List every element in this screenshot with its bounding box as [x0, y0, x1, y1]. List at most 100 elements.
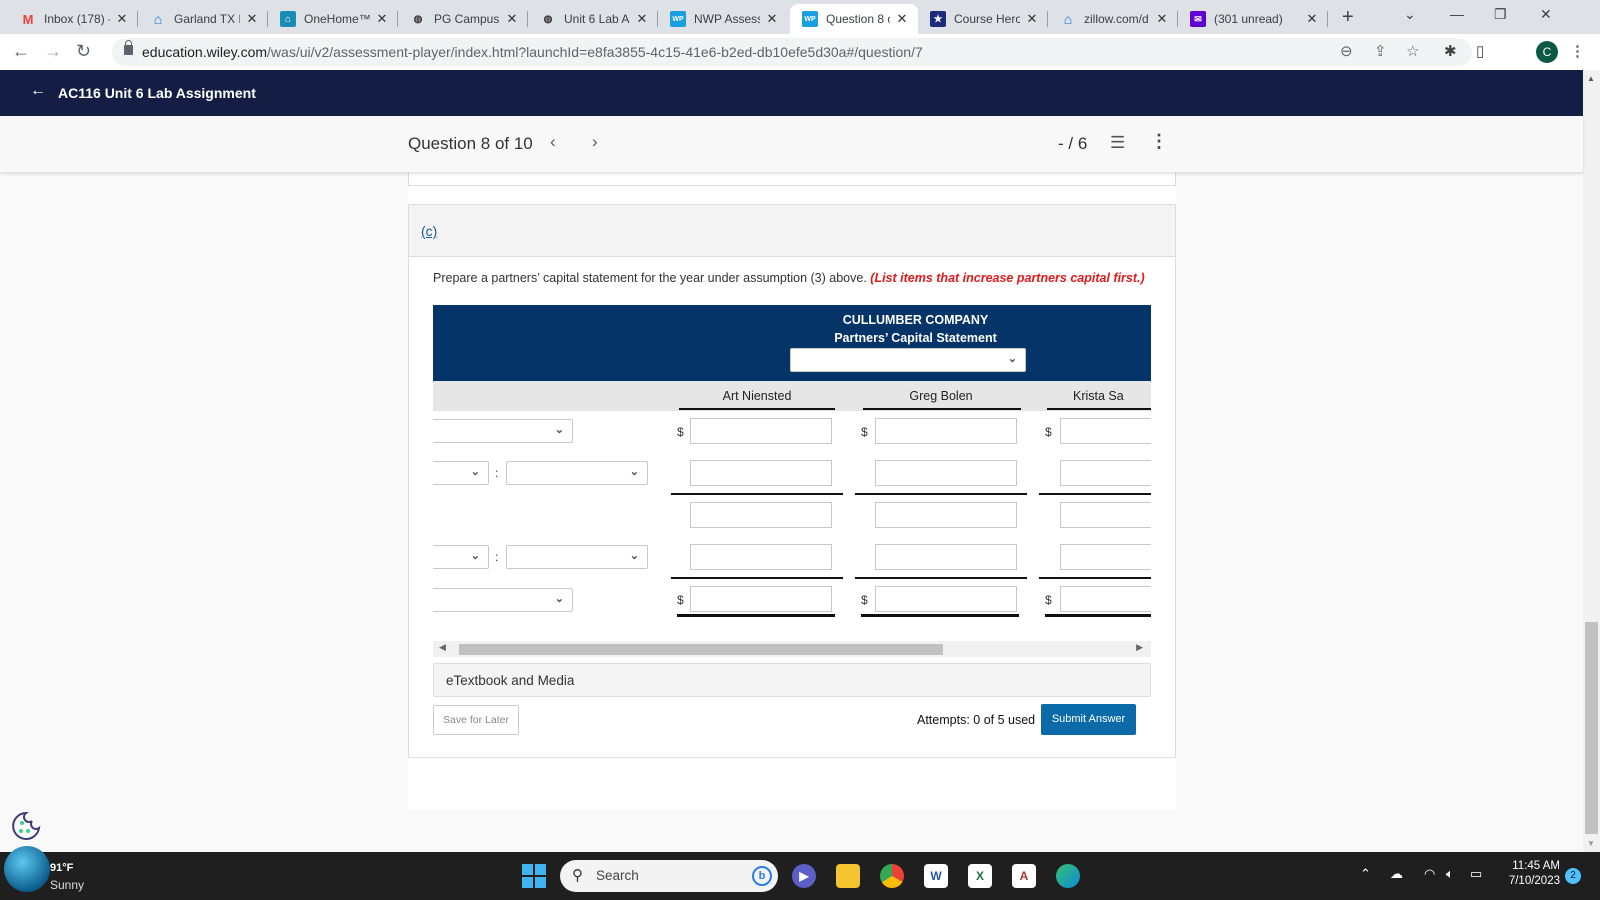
row-1-partner-2-input[interactable]: [875, 418, 1017, 444]
close-window-button[interactable]: ✕: [1540, 6, 1552, 23]
row-4-partner-3-input[interactable]: [1060, 544, 1151, 570]
tab-garland[interactable]: ⌂ Garland TX R ✕: [138, 4, 268, 34]
bookmark-star-icon[interactable]: ☆: [1406, 42, 1419, 60]
back-arrow-icon[interactable]: ←: [12, 41, 30, 62]
row-3-partner-2-input[interactable]: [875, 502, 1017, 528]
assignment-title[interactable]: AC116 Unit 6 Lab Assignment: [58, 85, 256, 101]
close-tab-icon[interactable]: ✕: [244, 11, 260, 27]
question-navigation-bar: Question 8 of 10 ‹ › - / 6 ☰ ⋮: [0, 116, 1583, 172]
word-icon[interactable]: W: [924, 864, 948, 888]
row-1-item-select[interactable]: ⌄: [433, 419, 573, 443]
file-explorer-icon[interactable]: [836, 864, 860, 888]
save-for-later-button[interactable]: Save for Later: [433, 705, 519, 735]
minimize-button[interactable]: —: [1450, 6, 1464, 22]
scroll-up-arrow-icon[interactable]: ▲: [1587, 74, 1595, 83]
row-4-item-select[interactable]: ⌄: [433, 545, 489, 569]
start-orb-icon[interactable]: [4, 846, 50, 892]
browser-menu-icon[interactable]: ⋮: [1570, 42, 1585, 60]
row-3-partner-3-input[interactable]: [1060, 502, 1151, 528]
submit-answer-button[interactable]: Submit Answer: [1041, 704, 1136, 735]
show-hidden-icons-chevron-icon[interactable]: ⌃: [1360, 866, 1371, 882]
profile-avatar[interactable]: C: [1536, 41, 1558, 63]
scroll-left-arrow-icon[interactable]: ◀: [439, 642, 446, 653]
row-2-item-select[interactable]: ⌄: [433, 461, 489, 485]
zoom-out-icon[interactable]: ⊖: [1340, 42, 1353, 60]
wifi-icon[interactable]: ◠: [1424, 866, 1435, 882]
close-tab-icon[interactable]: ✕: [764, 11, 780, 27]
tab-question-8[interactable]: WP Question 8 o ✕: [790, 4, 918, 34]
period-select[interactable]: ⌄: [790, 348, 1026, 372]
system-clock[interactable]: 11:45 AM 7/10/2023: [1502, 860, 1560, 887]
excel-icon[interactable]: X: [968, 864, 992, 888]
row-4-partner-select[interactable]: ⌄: [506, 545, 648, 569]
etextbook-and-media-panel[interactable]: eTextbook and Media: [433, 663, 1151, 697]
chrome-icon[interactable]: [880, 864, 904, 888]
address-bar[interactable]: education.wiley.com/was/ui/v2/assessment…: [112, 38, 1472, 66]
close-tab-icon[interactable]: ✕: [114, 11, 130, 27]
previous-question-chevron-icon[interactable]: ‹: [550, 132, 556, 152]
row-5-item-select[interactable]: ⌄: [433, 588, 573, 612]
cookie-preferences-icon[interactable]: [10, 810, 42, 842]
scroll-down-arrow-icon[interactable]: ▼: [1587, 839, 1595, 848]
tab-unit6-lab[interactable]: ◍ Unit 6 Lab As ✕: [528, 4, 658, 34]
reload-icon[interactable]: ↻: [76, 41, 91, 62]
bing-icon[interactable]: b: [752, 866, 772, 886]
tab-pg-campus[interactable]: ◍ PG Campus ✕: [398, 4, 528, 34]
close-tab-icon[interactable]: ✕: [504, 11, 520, 27]
extensions-icon[interactable]: ✱: [1444, 42, 1457, 60]
scrollbar-thumb[interactable]: [459, 644, 943, 655]
etextbook-label: eTextbook and Media: [446, 673, 575, 688]
close-tab-icon[interactable]: ✕: [1304, 11, 1320, 27]
row-2-partner-3-input[interactable]: [1060, 460, 1151, 486]
part-label-link[interactable]: (c): [421, 223, 437, 239]
share-icon[interactable]: ⇪: [1374, 42, 1387, 60]
tab-search-icon[interactable]: ⌄: [1404, 6, 1416, 23]
table-horizontal-scrollbar[interactable]: ◀ ▶: [433, 641, 1151, 657]
battery-icon[interactable]: ▭: [1470, 866, 1482, 882]
access-icon[interactable]: A: [1012, 864, 1036, 888]
tab-onehome[interactable]: ⌂ OneHome™ ✕: [268, 4, 398, 34]
row-1-partner-3-input[interactable]: [1060, 418, 1151, 444]
side-panel-icon[interactable]: ▯: [1476, 42, 1484, 60]
scrollbar-thumb[interactable]: [1585, 622, 1598, 834]
row-5-partner-3-total-input[interactable]: [1060, 586, 1151, 612]
tab-zillow[interactable]: ⌂ zillow.com/d ✕: [1048, 4, 1178, 34]
notification-badge[interactable]: 2: [1565, 868, 1581, 884]
scroll-right-arrow-icon[interactable]: ▶: [1136, 642, 1143, 653]
page-vertical-scrollbar[interactable]: ▲ ▼: [1583, 70, 1600, 852]
edge-icon[interactable]: [1056, 864, 1080, 888]
close-tab-icon[interactable]: ✕: [1154, 11, 1170, 27]
tab-gmail[interactable]: M Inbox (178) - ✕: [8, 4, 138, 34]
row-3-partner-1-input[interactable]: [690, 502, 832, 528]
url-text[interactable]: education.wiley.com/was/ui/v2/assessment…: [142, 44, 923, 60]
more-options-icon[interactable]: ⋮: [1150, 131, 1168, 152]
weather-temperature[interactable]: 91°F: [50, 862, 73, 874]
back-to-assignment-icon[interactable]: ←: [30, 82, 46, 100]
onedrive-cloud-icon[interactable]: ☁: [1390, 866, 1403, 882]
row-2-partner-2-input[interactable]: [875, 460, 1017, 486]
forward-arrow-icon[interactable]: →: [44, 41, 62, 62]
windows-start-icon[interactable]: [522, 864, 546, 888]
question-list-icon[interactable]: ☰: [1110, 133, 1125, 153]
restore-button[interactable]: ❐: [1494, 6, 1507, 23]
taskbar-search[interactable]: ⚲ Search b: [560, 860, 778, 892]
next-question-chevron-icon[interactable]: ›: [592, 132, 598, 152]
tab-nwp-assessment[interactable]: WP NWP Assessm ✕: [658, 4, 788, 34]
row-2-partner-select[interactable]: ⌄: [506, 461, 648, 485]
row-4-partner-1-input[interactable]: [690, 544, 832, 570]
close-tab-icon[interactable]: ✕: [374, 11, 390, 27]
tab-yahoo-mail[interactable]: ✉ (301 unread) ✕: [1178, 4, 1328, 34]
weather-condition[interactable]: Sunny: [50, 878, 84, 892]
close-tab-icon[interactable]: ✕: [1024, 11, 1040, 27]
row-4-partner-2-input[interactable]: [875, 544, 1017, 570]
volume-icon[interactable]: 🔈︎: [1446, 866, 1454, 882]
row-5-partner-1-total-input[interactable]: [690, 586, 832, 612]
new-tab-button[interactable]: +: [1342, 6, 1354, 29]
row-5-partner-2-total-input[interactable]: [875, 586, 1017, 612]
teams-meet-icon[interactable]: ▶: [792, 864, 816, 888]
close-tab-icon[interactable]: ✕: [634, 11, 650, 27]
tab-course-hero[interactable]: ★ Course Hero ✕: [918, 4, 1048, 34]
row-2-partner-1-input[interactable]: [690, 460, 832, 486]
row-1-partner-1-input[interactable]: [690, 418, 832, 444]
close-tab-icon[interactable]: ✕: [894, 11, 910, 27]
